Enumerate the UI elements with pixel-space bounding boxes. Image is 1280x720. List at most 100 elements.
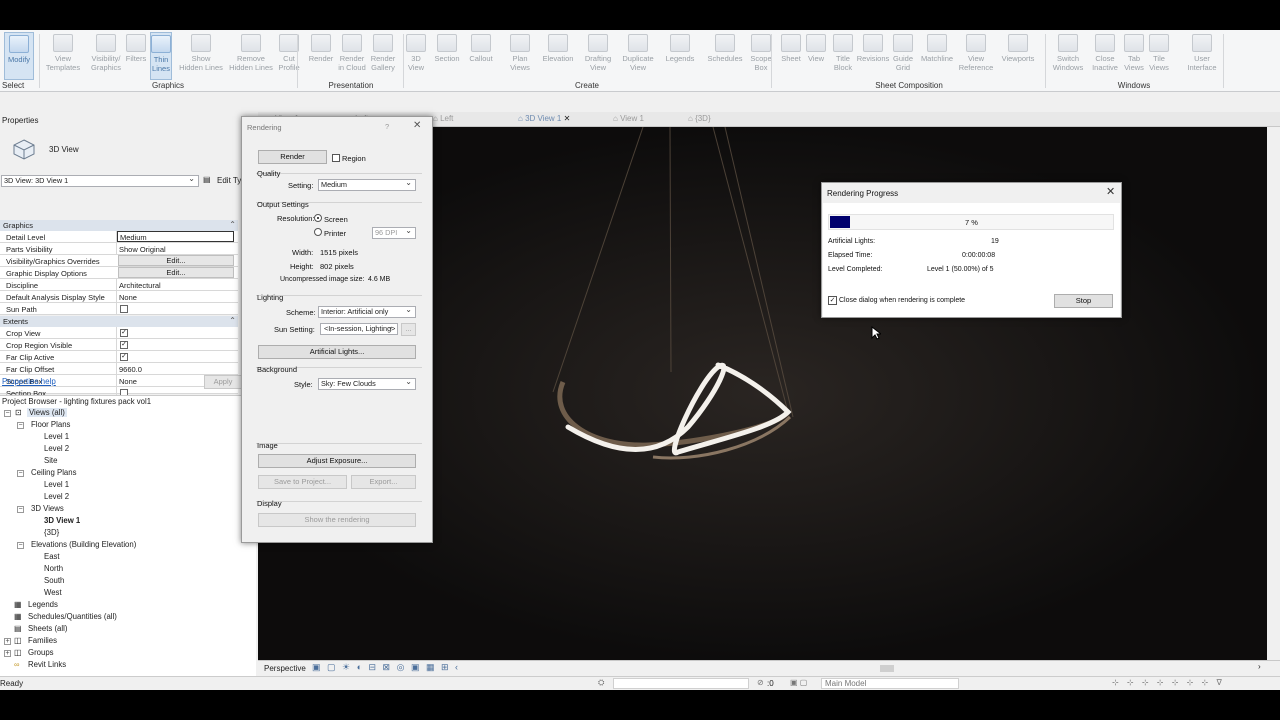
ribbon-button-matchline[interactable]: Matchline <box>918 32 956 80</box>
ribbon-button-legends[interactable]: Legends <box>664 32 696 80</box>
view-tab-5[interactable]: ⌂ {3D} <box>688 114 768 126</box>
ribbon-button-elevation[interactable]: Elevation <box>540 32 576 80</box>
tree-3d-views[interactable]: 3D Views <box>31 504 64 513</box>
tree-families[interactable]: Families <box>28 636 57 645</box>
ribbon-button-filters[interactable]: Filters <box>124 32 148 80</box>
main-model-dropdown[interactable]: Main Model <box>821 678 959 689</box>
selection-filter-icons[interactable]: ⊹ ⊹ ⊹ ⊹ ⊹ ⊹ ⊹ ∇ <box>1112 678 1225 687</box>
printer-radio[interactable] <box>314 228 322 236</box>
close-icon[interactable]: ✕ <box>1106 185 1115 198</box>
graphics-section-header[interactable]: Graphics ⌃ <box>0 220 238 231</box>
dpi-select[interactable]: 96 DPI <box>372 226 416 239</box>
h-scroll-thumb[interactable] <box>880 665 894 672</box>
ribbon-button-user-interface[interactable]: User Interface <box>1182 32 1222 80</box>
ribbon-button-section[interactable]: Section <box>432 32 462 80</box>
expand-toggle[interactable]: − <box>17 422 24 429</box>
sun-setting-more-button[interactable]: ... <box>401 323 416 336</box>
ribbon-button-schedules[interactable]: Schedules <box>706 32 744 80</box>
edit-type-button[interactable]: ▤ Edit Ty <box>203 174 243 188</box>
prop-row-detail-level[interactable]: Detail Level Medium <box>0 231 238 243</box>
gdo-edit-button[interactable]: Edit... <box>118 267 234 278</box>
ribbon-button-cut-profile[interactable]: Cut Profile <box>276 32 302 80</box>
scheme-select[interactable]: Interior: Artificial only <box>318 305 416 318</box>
design-options-icon[interactable]: ▣ ▢ <box>790 678 807 687</box>
ribbon-button-remove-hidden-lines[interactable]: Remove Hidden Lines <box>226 32 276 80</box>
ribbon-button-3d-view[interactable]: 3D View <box>404 32 428 80</box>
view-mode[interactable]: Perspective <box>264 664 306 673</box>
render-button[interactable]: Render <box>258 150 327 164</box>
close-when-complete-checkbox[interactable]: ✓ <box>828 296 837 305</box>
vg-edit-button[interactable]: Edit... <box>118 255 234 266</box>
ribbon-button-duplicate-view[interactable]: Duplicate View <box>620 32 656 80</box>
tree-fp-level1[interactable]: Level 1 <box>44 432 69 441</box>
scroll-right-arrow[interactable]: › <box>1258 662 1261 671</box>
tree-fp-site[interactable]: Site <box>44 456 57 465</box>
ribbon-group-select[interactable]: Select <box>2 81 38 91</box>
ribbon-button-switch-windows[interactable]: Switch Windows <box>1050 32 1086 80</box>
ribbon-button-sheet[interactable]: Sheet <box>778 32 804 80</box>
tree-fp-level2[interactable]: Level 2 <box>44 444 69 453</box>
expand-toggle[interactable]: − <box>17 470 24 477</box>
tree-north[interactable]: North <box>44 564 63 573</box>
view-tab-2[interactable]: ⌂ Left <box>433 114 513 126</box>
prop-row-parts-visibility[interactable]: Parts Visibility Show Original <box>0 243 238 255</box>
quality-setting-select[interactable]: Medium <box>318 178 416 191</box>
close-icon[interactable]: ✕ <box>413 120 421 131</box>
ribbon-button-viewports[interactable]: Viewports <box>998 32 1038 80</box>
tree-schedules[interactable]: Schedules/Quantities (all) <box>28 612 117 621</box>
ribbon-button-modify[interactable]: Modify <box>4 32 34 80</box>
expand-toggle[interactable]: − <box>4 410 11 417</box>
ribbon-button-close-inactive[interactable]: Close Inactive <box>1088 32 1122 80</box>
tree-south[interactable]: South <box>44 576 64 585</box>
ribbon-button-view[interactable]: View <box>804 32 828 80</box>
ribbon-button-callout[interactable]: Callout <box>466 32 496 80</box>
tree-cp-level1[interactable]: Level 1 <box>44 480 69 489</box>
extents-section-header[interactable]: Extents ⌃ <box>0 316 238 327</box>
close-tab-icon[interactable]: ✕ <box>561 114 571 123</box>
ribbon-button-render-in-cloud[interactable]: Render in Cloud <box>336 32 368 80</box>
background-style-select[interactable]: Sky: Few Clouds <box>318 377 416 390</box>
editable-only-icon[interactable]: ⊘ <box>757 678 764 687</box>
sun-setting-field[interactable]: <In-session, Lighting> <box>320 322 398 335</box>
ribbon-button-drafting-view[interactable]: Drafting View <box>582 32 614 80</box>
ribbon-button-title-block[interactable]: Title Block <box>830 32 856 80</box>
prop-row-discipline[interactable]: Discipline Architectural <box>0 279 238 291</box>
expand-toggle[interactable]: + <box>4 638 11 645</box>
tree-3d-view-1[interactable]: 3D View 1 <box>44 516 80 525</box>
tree-floor-plans[interactable]: Floor Plans <box>31 420 70 429</box>
prop-row-far-clip-offset[interactable]: Far Clip Offset 9660.0 <box>0 363 238 375</box>
ribbon-button-render[interactable]: Render <box>306 32 336 80</box>
artificial-lights-button[interactable]: Artificial Lights... <box>258 345 416 359</box>
ribbon-button-plan-views[interactable]: Plan Views <box>506 32 534 80</box>
adjust-exposure-button[interactable]: Adjust Exposure... <box>258 454 416 468</box>
prop-row-analysis-style[interactable]: Default Analysis Display Style None <box>0 291 238 303</box>
region-checkbox[interactable] <box>332 154 340 162</box>
export-button[interactable]: Export... <box>351 475 416 489</box>
screen-radio[interactable] <box>314 214 322 222</box>
expand-toggle[interactable]: + <box>4 650 11 657</box>
far-clip-checkbox[interactable]: ✓ <box>120 353 128 361</box>
ribbon-button-visibility-graphics[interactable]: Visibility/ Graphics <box>88 32 124 80</box>
properties-help-link[interactable]: Properties help <box>2 377 56 386</box>
ribbon-button-guide-grid[interactable]: Guide Grid <box>890 32 916 80</box>
tree-elevations[interactable]: Elevations (Building Elevation) <box>31 540 136 549</box>
ribbon-button-render-gallery[interactable]: Render Gallery <box>368 32 398 80</box>
tree-groups[interactable]: Groups <box>28 648 54 657</box>
tree-3d-default[interactable]: {3D} <box>44 528 59 537</box>
tree-legends[interactable]: Legends <box>28 600 58 609</box>
sun-path-checkbox[interactable] <box>120 305 128 313</box>
view-control-icons[interactable]: ▣ ▢ ☀ ◐ ⊟ ⊠ ◎ ▣ ▦ ⊞ ‹ <box>312 662 460 673</box>
view-tab-4[interactable]: ⌂ View 1 <box>613 114 693 126</box>
tree-views-all[interactable]: Views (all) <box>27 408 67 417</box>
tree-west[interactable]: West <box>44 588 62 597</box>
tree-ceiling-plans[interactable]: Ceiling Plans <box>31 468 77 477</box>
ribbon-button-thin-lines[interactable]: Thin Lines <box>150 32 172 80</box>
tree-east[interactable]: East <box>44 552 60 561</box>
ribbon-button-show-hidden-lines[interactable]: Show Hidden Lines <box>178 32 224 80</box>
ribbon-button-tab-views[interactable]: Tab Views <box>1122 32 1146 80</box>
crop-region-checkbox[interactable]: ✓ <box>120 341 128 349</box>
save-to-project-button[interactable]: Save to Project... <box>258 475 347 489</box>
ribbon-button-revisions[interactable]: Revisions <box>856 32 890 80</box>
worksets-icon[interactable]: ⛭ <box>598 678 604 688</box>
view-tab-3[interactable]: ⌂ 3D View 1 ✕ <box>518 114 598 126</box>
